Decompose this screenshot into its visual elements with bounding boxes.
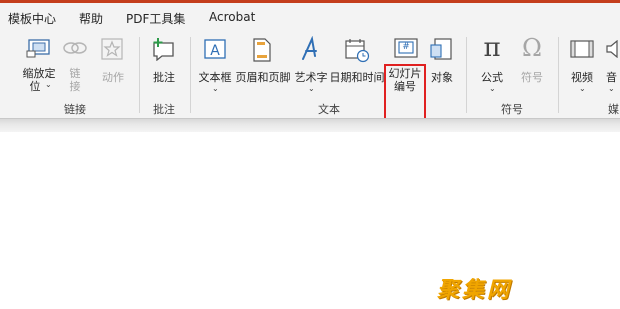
wordart-icon <box>302 36 317 60</box>
action-label: 动作 <box>102 71 124 84</box>
link-label-2: 接 <box>69 80 81 93</box>
group-separator <box>139 37 140 113</box>
zoom-label-1: 缩放定 <box>22 67 56 80</box>
link-button[interactable]: 链 接 <box>61 35 89 95</box>
formula-dropdown-arrow: ⌄ <box>489 84 496 93</box>
header-footer-label: 页眉和页脚 <box>235 71 291 84</box>
header-footer-button[interactable]: 页眉和页脚 <box>235 35 291 95</box>
object-button[interactable]: 对象 <box>426 35 458 95</box>
ribbon-bottom-shadow <box>0 118 620 132</box>
symbol-button[interactable]: Ω 符号 <box>514 34 550 95</box>
link-label-1: 链 <box>69 67 81 80</box>
video-dropdown-arrow: ⌄ <box>579 84 586 93</box>
audio-dropdown-arrow: ⌄ <box>608 84 615 93</box>
ribbon: 缩放定 位 ⌄ 链 接 动作 链接 批注 批注 A 文本框 ⌄ 页眉和页脚 艺术… <box>0 30 620 128</box>
object-icon <box>430 38 452 60</box>
formula-label: 公式 <box>481 71 503 84</box>
menu-help[interactable]: 帮助 <box>79 10 103 27</box>
formula-button[interactable]: π 公式 ⌄ <box>474 33 510 95</box>
group-separator <box>466 37 467 113</box>
wordart-button[interactable]: 艺术字 ⌄ <box>293 35 329 95</box>
datetime-label: 日期和时间 <box>329 71 385 84</box>
group-separator <box>558 37 559 113</box>
symbol-label: 符号 <box>521 71 543 84</box>
comment-button[interactable]: 批注 <box>148 35 180 95</box>
object-label: 对象 <box>431 71 453 84</box>
textbox-label: 文本框 <box>198 71 232 84</box>
menu-pdf-tools[interactable]: PDF工具集 <box>126 10 185 27</box>
header-footer-icon <box>253 38 271 62</box>
audio-label: 音 <box>606 71 617 84</box>
video-icon <box>570 40 594 58</box>
wordart-label: 艺术字 <box>294 71 328 84</box>
svg-text:A: A <box>210 43 220 59</box>
comment-icon <box>153 38 174 61</box>
video-label: 视频 <box>571 71 593 84</box>
group-label-symbols: 符号 <box>501 103 523 116</box>
slide-number-glyph: # <box>402 42 410 52</box>
zoom-dropdown-arrow: ⌄ <box>45 80 52 89</box>
menu-acrobat[interactable]: Acrobat <box>209 10 255 24</box>
audio-button[interactable]: 音 ⌄ <box>604 35 620 95</box>
omega-icon: Ω <box>522 34 542 62</box>
action-button[interactable]: 动作 <box>98 35 128 95</box>
group-label-links: 链接 <box>64 103 86 116</box>
star-icon <box>101 38 123 60</box>
speaker-icon <box>606 40 618 58</box>
group-separator <box>190 37 191 113</box>
textbox-dropdown-arrow: ⌄ <box>212 84 219 93</box>
zoom-button[interactable]: 缩放定 位 ⌄ <box>18 35 60 95</box>
group-label-comments: 批注 <box>153 103 175 116</box>
group-label-text: 文本 <box>318 103 340 116</box>
zoom-icon <box>26 39 50 58</box>
group-label-media: 媒 <box>608 103 619 116</box>
menu-bar: 模板中心 帮助 PDF工具集 Acrobat <box>0 3 620 30</box>
watermark-logo: 聚集网 <box>437 278 513 303</box>
textbox-button[interactable]: A 文本框 ⌄ <box>197 35 233 95</box>
datetime-button[interactable]: 日期和时间 <box>329 35 385 95</box>
menu-template-center[interactable]: 模板中心 <box>8 10 56 27</box>
pi-icon: π <box>483 33 501 63</box>
wordart-dropdown-arrow: ⌄ <box>308 84 315 93</box>
calendar-clock-icon <box>345 39 370 63</box>
comment-label: 批注 <box>153 71 175 84</box>
link-icon <box>63 42 87 54</box>
video-button[interactable]: 视频 ⌄ <box>564 35 600 95</box>
textbox-icon: A <box>204 39 226 59</box>
